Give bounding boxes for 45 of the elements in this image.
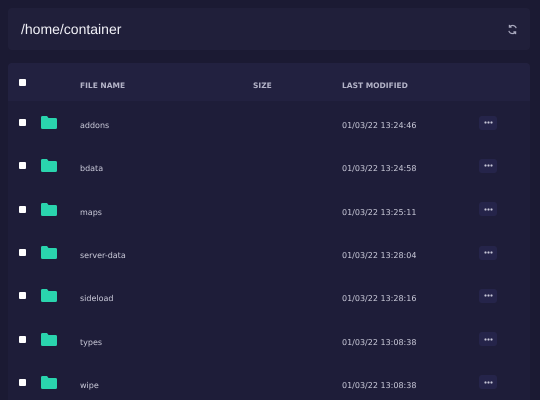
row-checkbox[interactable]: [19, 336, 26, 343]
more-button[interactable]: [479, 332, 497, 346]
file-name[interactable]: server-data: [80, 251, 126, 260]
folder-icon: [41, 332, 57, 346]
file-name[interactable]: types: [80, 338, 102, 347]
row-checkbox[interactable]: [19, 249, 26, 256]
folder-icon: [41, 202, 57, 216]
dots-icon: [484, 294, 492, 298]
folder-icon: [41, 376, 57, 389]
file-name[interactable]: wipe: [80, 380, 99, 390]
file-name[interactable]: sideload: [80, 294, 114, 304]
more-button[interactable]: [479, 375, 497, 390]
file-name[interactable]: addons: [80, 121, 110, 130]
modified-date: 01/03/22 13:28:16: [342, 294, 416, 304]
file-name[interactable]: bdata: [80, 164, 104, 174]
modified-date: 01/03/22 13:24:46: [342, 121, 416, 130]
folder-icon: [41, 159, 57, 172]
row-checkbox[interactable]: [19, 206, 26, 213]
file-name[interactable]: maps: [80, 208, 102, 217]
row-checkbox[interactable]: [19, 292, 26, 300]
more-button[interactable]: [479, 288, 497, 303]
dots-icon: [484, 121, 492, 124]
dots-icon: [484, 380, 492, 384]
select-all-checkbox[interactable]: [19, 78, 26, 86]
folder-icon: [41, 246, 57, 260]
refresh-icon[interactable]: [507, 24, 518, 34]
more-button[interactable]: [479, 116, 497, 130]
modified-date: 01/03/22 13:08:38: [342, 380, 416, 390]
dots-icon: [484, 338, 492, 341]
dots-icon: [484, 208, 492, 211]
dots-icon: [484, 164, 492, 168]
more-button[interactable]: [479, 246, 497, 260]
path-title: /home/container: [21, 21, 122, 37]
folder-icon: [41, 289, 57, 302]
modified-date: 01/03/22 13:08:38: [342, 338, 416, 347]
row-checkbox[interactable]: [19, 119, 26, 126]
row-checkbox[interactable]: [19, 378, 26, 386]
more-button[interactable]: [479, 158, 497, 173]
folder-icon: [41, 116, 57, 130]
row-checkbox[interactable]: [19, 162, 26, 170]
modified-date: 01/03/22 13:28:04: [342, 251, 416, 260]
modified-date: 01/03/22 13:24:58: [342, 164, 416, 174]
modified-date: 01/03/22 13:25:11: [342, 208, 416, 217]
more-button[interactable]: [479, 202, 497, 216]
dots-icon: [484, 251, 492, 254]
